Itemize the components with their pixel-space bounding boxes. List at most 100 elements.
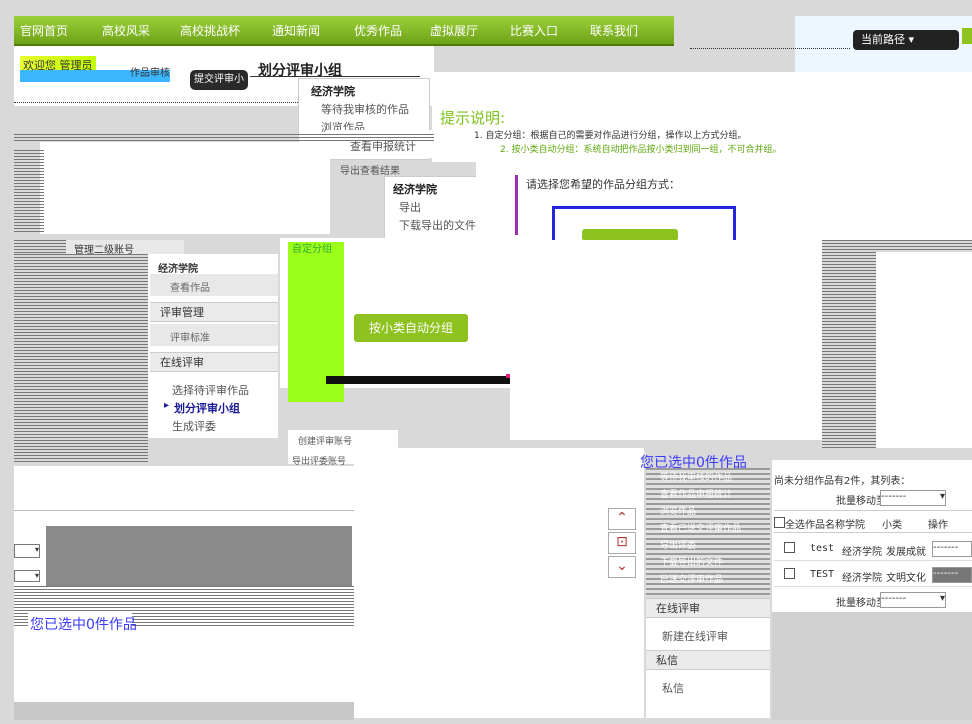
- divider: [690, 48, 850, 49]
- hint-line-1: 1. 自定分组：根据自己的需要对作品进行分组，操作以上方式分组。: [474, 131, 747, 141]
- custom-group-label[interactable]: 自定分组: [292, 240, 332, 255]
- nav-item-home[interactable]: 官网首页: [20, 22, 68, 39]
- selected-count-left: 您已选中0件作品: [30, 617, 137, 633]
- batch-move-value: -------: [881, 491, 907, 502]
- menu-title: 经济学院: [311, 85, 355, 98]
- dropdown-menu-2: 经济学院 导出 下载导出的文件: [384, 176, 478, 240]
- left-menu-college: 经济学院: [158, 264, 198, 275]
- right-nav-item[interactable]: 已送交评审作品: [660, 572, 741, 589]
- message-item[interactable]: 私信: [662, 680, 684, 696]
- lower-middle-panel: [354, 448, 644, 718]
- row-college: 经济学院: [842, 573, 882, 584]
- left-menu-select-works[interactable]: 选择待评审作品: [172, 382, 249, 398]
- menu-item-download[interactable]: 下载导出的文件: [399, 217, 476, 233]
- glitch-stripe: [14, 254, 148, 464]
- chevron-down-icon: ▾: [939, 491, 945, 502]
- title-underline: [250, 76, 420, 77]
- header-college: 学院: [845, 520, 865, 531]
- select-collapsed[interactable]: ▾: [14, 544, 40, 558]
- header-action: 操作: [928, 520, 948, 531]
- right-nav-item[interactable]: 导出评委: [660, 538, 741, 555]
- right-nav-item[interactable]: 下载导出的文件: [660, 555, 741, 572]
- row-college: 经济学院: [842, 547, 882, 558]
- right-nav-item[interactable]: 查看作品申报统计: [660, 487, 741, 504]
- batch-move-select-bottom[interactable]: ------- ▾: [880, 592, 946, 608]
- section-review-mgmt: 评审管理: [150, 302, 278, 322]
- divider: [774, 510, 972, 511]
- glitch-stripe: [14, 134, 434, 142]
- row-checkbox[interactable]: [784, 542, 795, 553]
- top-right-accent: [962, 28, 972, 44]
- move-in-button[interactable]: ⊡: [608, 532, 636, 554]
- breadcrumb[interactable]: 当前路径 ▾: [853, 30, 959, 50]
- batch-move-label: 批量移动至: [836, 496, 886, 507]
- menu-item-export-view[interactable]: 导出查看结果: [340, 162, 400, 177]
- sidebar-top-label[interactable]: 作品审核: [130, 64, 170, 79]
- batch-move-label-bottom: 批量移动至: [836, 598, 886, 609]
- nav-item-gallery[interactable]: 虚拟展厅: [430, 22, 478, 39]
- header-name: 作品名称: [805, 520, 845, 531]
- menu-title: 经济学院: [393, 183, 437, 196]
- table-summary: 尚未分组作品有2件，其列表：: [774, 476, 911, 487]
- dark-bar: [326, 376, 518, 384]
- right-blank: [876, 252, 972, 448]
- row-move-select[interactable]: -------: [932, 541, 972, 557]
- glitch-stripe: [14, 150, 44, 234]
- menu-item-pending[interactable]: 等待我审核的作品: [321, 101, 409, 117]
- header-category: 小类: [882, 520, 902, 531]
- move-up-button[interactable]: ⌃: [608, 508, 636, 530]
- table-row: [784, 568, 795, 582]
- row-category: 发展成就: [886, 547, 926, 558]
- create-judge-account[interactable]: 创建评审账号: [298, 434, 352, 447]
- main-panel: [510, 240, 822, 440]
- hint-title: 提示说明:: [440, 109, 506, 127]
- section-message: 私信: [646, 650, 770, 670]
- divider: [14, 510, 354, 511]
- auto-group-button[interactable]: 按小类自动分组: [354, 314, 468, 342]
- right-nav-item[interactable]: 浏览作品: [660, 504, 741, 521]
- header-select-all: 全选: [785, 520, 805, 531]
- account-bar: 管理二级账号: [66, 240, 184, 256]
- batch-move-select[interactable]: ------- ▾: [880, 490, 946, 506]
- nav-item-challenge[interactable]: 高校挑战杯: [180, 22, 240, 39]
- divider: [774, 560, 972, 561]
- left-menu-item-bg: 查看作品: [150, 274, 278, 296]
- right-nav-item[interactable]: 等待我审核的作品: [660, 470, 741, 487]
- new-online-review[interactable]: 新建在线评审: [662, 628, 728, 644]
- nav-item-contact[interactable]: 联系我们: [590, 22, 638, 39]
- left-menu-item-bg: 评审标准: [150, 324, 278, 346]
- grey-block: [46, 526, 352, 586]
- row-checkbox[interactable]: [784, 568, 795, 579]
- right-nav: 等待我审核的作品 查看作品申报统计 浏览作品 查看已送交评审作品 导出评委 下载…: [660, 470, 741, 589]
- left-menu-divide-group[interactable]: 划分评审小组: [174, 400, 240, 416]
- select-all-checkbox[interactable]: [774, 517, 785, 528]
- accent-line: [515, 175, 518, 235]
- divider: [774, 532, 972, 533]
- menu-item-export[interactable]: 导出: [399, 199, 421, 215]
- row-name: test: [810, 543, 835, 554]
- divider: [774, 586, 972, 587]
- group-question: 请选择您希望的作品分组方式：: [526, 178, 680, 191]
- section-online-review-right: 在线评审: [646, 598, 770, 618]
- right-nav-item[interactable]: 查看已送交评审作品: [660, 521, 741, 538]
- nav-item-news[interactable]: 通知新闻: [272, 22, 320, 39]
- select-collapsed[interactable]: ▾: [14, 570, 40, 582]
- left-menu-active-marker: ▸: [164, 400, 170, 411]
- chevron-down-icon: ▾: [939, 593, 945, 604]
- move-down-button[interactable]: ⌄: [608, 556, 636, 578]
- left-menu-gen-judges[interactable]: 生成评委: [172, 418, 216, 434]
- submit-group-button[interactable]: 提交评审小组: [190, 70, 248, 105]
- batch-move-value-bottom: -------: [881, 593, 907, 604]
- nav-item-works[interactable]: 优秀作品: [354, 22, 402, 39]
- row-name: TEST: [810, 569, 835, 580]
- footer-right: [772, 612, 972, 720]
- left-menu-view-works[interactable]: 查看作品: [170, 279, 210, 294]
- section-online-review: 在线评审: [150, 352, 278, 372]
- nav-item-entry[interactable]: 比赛入口: [510, 22, 558, 39]
- left-menu-review-standard[interactable]: 评审标准: [170, 329, 210, 344]
- nav-item-campus[interactable]: 高校风采: [102, 22, 150, 39]
- top-nav: 官网首页 高校风采 高校挑战杯 通知新闻 优秀作品 虚拟展厅 比赛入口 联系我们: [14, 16, 674, 46]
- row-move-select[interactable]: -------: [932, 567, 972, 583]
- footer-strip: [14, 702, 354, 720]
- page-title: 划分评审小组: [258, 63, 342, 79]
